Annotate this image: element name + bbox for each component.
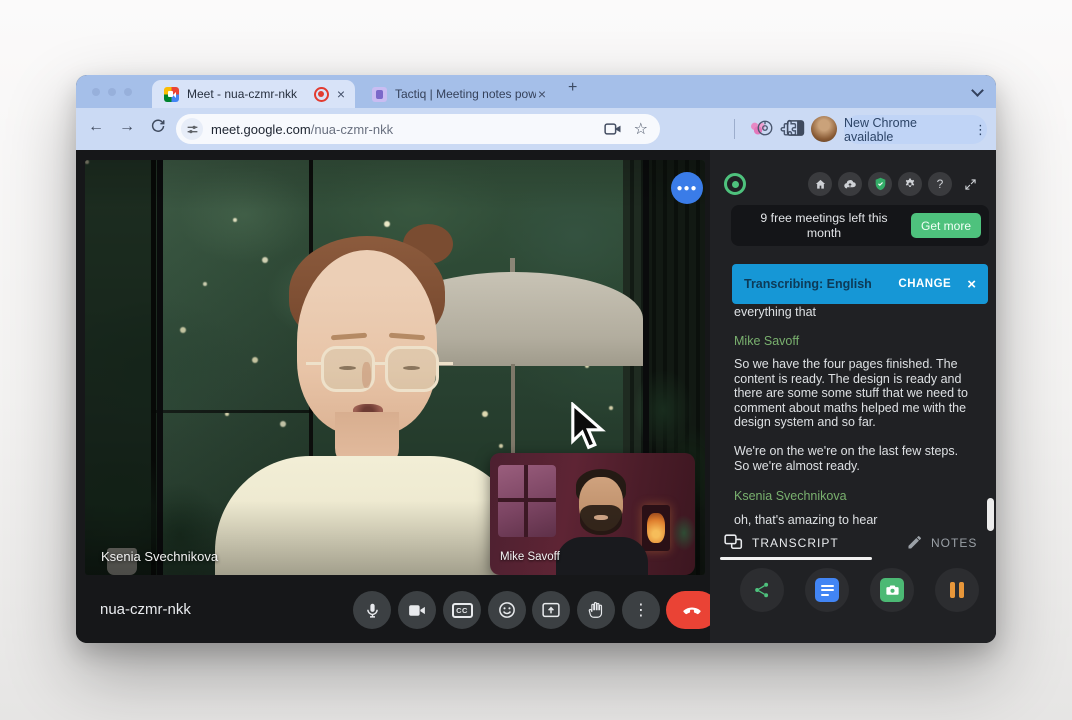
reactions-button[interactable] [488, 591, 526, 629]
transcript-line: everything that [734, 305, 970, 320]
address-bar[interactable]: meet.google.com /nua-czmr-nkk ☆ [176, 114, 660, 144]
transcript-line: oh, that's amazing to hear [734, 513, 970, 528]
forward-button[interactable]: → [119, 118, 135, 136]
room-code-label: nua-czmr-nkk [100, 601, 191, 618]
tab-notes-label: NOTES [931, 536, 977, 550]
captions-button[interactable]: CC [443, 591, 481, 629]
tab-tactiq[interactable]: Tactiq | Meeting notes powe × [360, 80, 556, 108]
transcript-speaker: Ksenia Svechnikova [734, 489, 970, 503]
back-button[interactable]: ← [88, 118, 104, 136]
participant-name-label: Ksenia Svechnikova [101, 549, 218, 564]
tab-close-icon[interactable]: × [335, 86, 355, 102]
pip-plant [670, 511, 695, 563]
tab-notes[interactable]: NOTES [906, 534, 977, 551]
update-chrome-label: New Chrome available [844, 116, 967, 144]
active-tab-underline [720, 557, 872, 560]
transcribing-label: Transcribing: English [744, 277, 898, 291]
camera-permission-icon[interactable] [604, 122, 622, 136]
tab-transcript[interactable]: TRANSCRIPT [724, 534, 839, 551]
tactiq-panel: ? 9 free meetings left this month Get mo… [710, 150, 996, 643]
tactiq-tab-bar: TRANSCRIPT NOTES [710, 532, 996, 560]
pip-fireplace [642, 505, 670, 551]
tactiq-header: ? [724, 165, 982, 203]
pip-participant-mouth [594, 515, 608, 520]
bookmark-star-icon[interactable]: ☆ [634, 119, 648, 139]
side-panel-icon[interactable] [786, 119, 805, 142]
free-meetings-text: 9 free meetings left this month [745, 211, 911, 241]
reload-button[interactable] [150, 118, 166, 139]
url-host: meet.google.com [211, 122, 311, 137]
raise-hand-button[interactable] [577, 591, 615, 629]
main-video-tile[interactable]: ●●● Ksenia Svechnikova Mike Savoff [85, 160, 705, 575]
url-path: /nua-czmr-nkk [311, 122, 393, 137]
chat-notification-badge[interactable]: ●●● [671, 172, 703, 204]
toolbar-divider [734, 119, 735, 139]
close-banner-icon[interactable]: × [967, 276, 976, 293]
tab-search-chevron-icon[interactable] [971, 84, 984, 97]
screenshot-button[interactable] [870, 568, 914, 612]
share-button[interactable] [740, 568, 784, 612]
tactiq-favicon-icon [372, 87, 387, 102]
pip-window-background [498, 465, 556, 537]
pip-name-label: Mike Savoff [500, 551, 560, 563]
shield-check-icon[interactable] [868, 172, 892, 196]
mic-button[interactable] [353, 591, 391, 629]
site-settings-icon[interactable] [181, 118, 203, 140]
tab-strip: Meet - nua-czmr-nkk × Tactiq | Meeting n… [76, 75, 996, 108]
free-meetings-banner: 9 free meetings left this month Get more [731, 205, 989, 246]
transcript-line: So we have the four pages finished. The … [734, 357, 970, 430]
meet-favicon-icon [164, 87, 179, 102]
recording-indicator-icon [314, 87, 329, 102]
transcript-line: We're on the we're on the last few steps… [734, 444, 970, 473]
collapse-panel-icon[interactable] [958, 172, 982, 196]
export-to-docs-button[interactable] [805, 568, 849, 612]
google-docs-icon [815, 578, 839, 602]
window-minimize-button[interactable] [108, 88, 116, 96]
pause-icon [950, 582, 964, 598]
pip-video-tile[interactable]: Mike Savoff [490, 453, 695, 575]
profile-avatar[interactable] [811, 116, 837, 142]
mouse-cursor [570, 402, 606, 459]
camera-button[interactable] [398, 591, 436, 629]
tactiq-action-bar [710, 568, 996, 628]
tactiq-logo-icon [724, 173, 746, 195]
change-language-button[interactable]: CHANGE [898, 278, 951, 290]
pause-transcription-button[interactable] [935, 568, 979, 612]
transcript-speaker: Mike Savoff [734, 334, 970, 348]
camera-capture-icon [880, 578, 904, 602]
meet-control-bar: nua-czmr-nkk CC ⋮ [76, 575, 710, 643]
transcribing-banner: Transcribing: English CHANGE × [732, 264, 988, 304]
tab-title: Meet - nua-czmr-nkk [187, 87, 308, 101]
present-screen-button[interactable] [532, 591, 570, 629]
cloud-upload-icon[interactable] [838, 172, 862, 196]
scrollbar-thumb[interactable] [987, 498, 994, 531]
captions-icon: CC [452, 603, 473, 618]
tab-close-icon[interactable]: × [536, 86, 556, 102]
lens-extension-icon[interactable] [756, 119, 774, 142]
new-tab-button[interactable]: + [568, 79, 577, 97]
browser-toolbar: ← → meet.google.com /nua-czmr-nkk ☆ [76, 108, 996, 150]
more-options-button[interactable]: ⋮ [622, 591, 660, 629]
settings-gear-icon[interactable] [898, 172, 922, 196]
browser-window: Meet - nua-czmr-nkk × Tactiq | Meeting n… [76, 75, 996, 643]
update-chrome-button[interactable]: New Chrome available ⋮ [844, 115, 987, 144]
tab-transcript-label: TRANSCRIPT [752, 536, 839, 550]
meet-page: ●●● Ksenia Svechnikova Mike Savoff [76, 150, 996, 643]
window-close-button[interactable] [92, 88, 100, 96]
pip-participant-beard [580, 505, 622, 535]
pip-participant-shirt [556, 537, 648, 575]
browser-menu-icon[interactable]: ⋮ [974, 122, 987, 138]
tab-title: Tactiq | Meeting notes powe [395, 87, 536, 101]
help-icon[interactable]: ? [928, 172, 952, 196]
window-zoom-button[interactable] [124, 88, 132, 96]
desktop: Meet - nua-czmr-nkk × Tactiq | Meeting n… [0, 0, 1072, 720]
tab-meet[interactable]: Meet - nua-czmr-nkk × [152, 80, 355, 108]
get-more-button[interactable]: Get more [911, 213, 981, 238]
home-icon[interactable] [808, 172, 832, 196]
